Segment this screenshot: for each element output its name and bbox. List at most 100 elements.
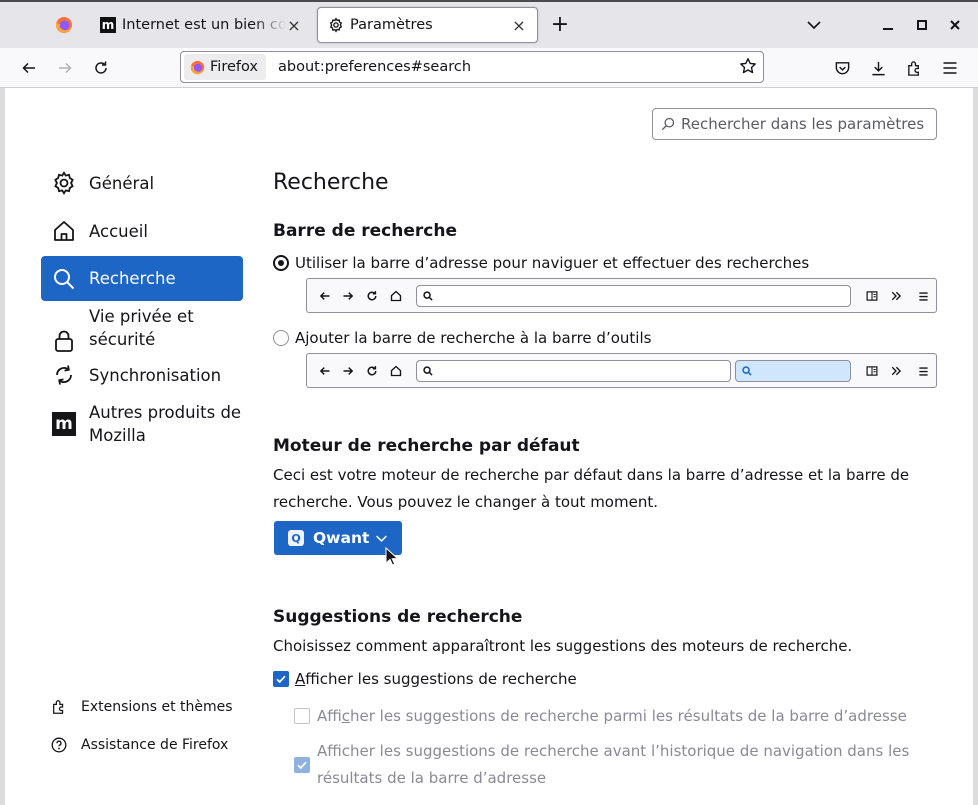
page-title: Recherche <box>273 170 389 195</box>
sidebar-item-search[interactable]: Recherche <box>41 256 243 301</box>
preview-url-bar <box>416 360 731 382</box>
radio-use-address-bar[interactable]: Utiliser la barre d’adresse pour navigue… <box>273 254 809 272</box>
tab-internet-bien-commun[interactable]: m Internet est un bien commun × <box>90 7 312 43</box>
default-engine-value: Qwant <box>313 529 370 547</box>
url-text[interactable]: about:preferences#search <box>278 59 471 75</box>
firefox-icon <box>190 60 205 74</box>
sidebar-firefox-support-link[interactable]: Assistance de Firefox <box>51 737 228 753</box>
home-icon <box>51 218 77 244</box>
reload-button[interactable] <box>89 56 113 80</box>
checkbox-checked-disabled[interactable] <box>294 757 310 773</box>
search-icon <box>51 266 77 292</box>
sidebar-item-sync[interactable]: Synchronisation <box>41 360 243 390</box>
close-icon[interactable]: × <box>286 16 302 35</box>
suggestions-heading: Suggestions de recherche <box>273 607 523 627</box>
sidebar-item-general[interactable]: Général <box>41 168 243 198</box>
checkbox-label: Afficher les suggestions de recherche pa… <box>317 707 907 725</box>
checkbox-suggestions-in-address-bar[interactable]: Afficher les suggestions de recherche pa… <box>294 707 907 725</box>
default-engine-dropdown[interactable]: Q Qwant <box>274 521 402 555</box>
radio-button-selected[interactable] <box>273 255 289 271</box>
tab-title: Paramètres <box>350 17 433 33</box>
radio-button[interactable] <box>273 330 289 346</box>
tab-parametres[interactable]: Paramètres × <box>317 7 538 43</box>
maximize-icon <box>917 20 927 30</box>
sidebar-item-label: Synchronisation <box>89 365 222 385</box>
mozilla-icon: m <box>51 411 77 437</box>
firefox-icon <box>56 17 72 33</box>
checkbox-label: Afficher les suggestions de recherche <box>295 670 577 688</box>
downloads-button[interactable] <box>866 56 890 80</box>
maximize-button[interactable] <box>912 15 932 35</box>
url-bar[interactable]: Firefox about:preferences#search <box>180 51 764 83</box>
sidebar-item-label: Autres produits de Mozilla <box>89 403 242 445</box>
reload-icon <box>95 61 107 74</box>
checkbox-suggestions-before-history[interactable]: Afficher les suggestions de recherche av… <box>294 738 927 792</box>
search-preferences-placeholder: Rechercher dans les paramètres <box>681 115 925 133</box>
radio-add-search-bar[interactable]: Ajouter la barre de recherche à la barre… <box>273 329 651 347</box>
sidebar-footer-label: Extensions et thèmes <box>81 699 233 715</box>
gear-icon <box>51 170 77 196</box>
search-preferences-input[interactable]: Rechercher dans les paramètres <box>652 108 937 140</box>
overflow-chevrons-icon <box>888 287 904 305</box>
minimize-button[interactable] <box>878 15 898 35</box>
sidebar-item-label: Général <box>89 173 155 193</box>
pocket-button[interactable] <box>830 56 854 80</box>
star-icon <box>740 58 756 74</box>
download-icon <box>871 61 885 75</box>
checkbox-checked[interactable] <box>273 671 289 687</box>
forward-button[interactable] <box>53 56 77 80</box>
checkbox-show-suggestions[interactable]: Afficher les suggestions de recherche <box>273 670 577 688</box>
lock-icon <box>51 328 77 354</box>
sidebar-item-label: Accueil <box>89 221 148 241</box>
home-icon <box>388 287 404 305</box>
preview-url-bar <box>416 285 851 307</box>
extensions-button[interactable] <box>902 56 926 80</box>
sidebar-footer-label: Assistance de Firefox <box>81 737 229 753</box>
new-tab-button[interactable]: + <box>548 14 572 38</box>
arrow-left-icon <box>317 287 333 305</box>
arrow-left-icon <box>22 62 35 74</box>
close-icon[interactable]: × <box>511 16 527 35</box>
default-engine-heading: Moteur de recherche par défaut <box>273 436 580 456</box>
sidebar-item-label: Recherche <box>89 269 176 288</box>
checkmark-icon <box>297 761 307 770</box>
home-icon <box>388 362 404 380</box>
checkbox-unchecked[interactable] <box>294 708 310 724</box>
sync-icon <box>51 362 77 388</box>
arrow-right-icon <box>340 362 356 380</box>
arrow-left-icon <box>317 362 333 380</box>
sidebar-item-home[interactable]: Accueil <box>41 216 243 246</box>
tab-title: Internet est un bien commun <box>122 17 286 33</box>
sidebar-item-mozilla-products[interactable]: m Autres produits de Mozilla <box>41 400 243 448</box>
identity-label: Firefox <box>210 59 258 75</box>
chevron-down-icon <box>807 21 821 30</box>
default-engine-description: Ceci est votre moteur de recherche par d… <box>273 466 910 511</box>
hamburger-menu-icon <box>943 62 957 74</box>
checkbox-label: Afficher les suggestions de recherche av… <box>317 742 910 787</box>
arrow-right-icon <box>340 287 356 305</box>
preferences-page: Rechercher dans les paramètres Général A… <box>5 88 973 805</box>
sidebar-extensions-themes-link[interactable]: Extensions et thèmes <box>51 699 233 715</box>
reload-icon <box>364 362 380 380</box>
sidebar-item-privacy[interactable]: Vie privée et sécurité <box>41 304 243 352</box>
back-button[interactable] <box>17 56 41 80</box>
hamburger-menu-icon <box>915 287 931 305</box>
mouse-cursor-icon <box>385 547 398 566</box>
bookmark-star-button[interactable] <box>739 57 757 79</box>
tab-pinned-firefox[interactable] <box>40 7 88 43</box>
search-icon <box>423 366 433 376</box>
close-window-button[interactable] <box>945 15 965 35</box>
list-all-tabs-button[interactable] <box>804 15 824 35</box>
puzzle-icon <box>53 700 64 714</box>
navigation-toolbar: Firefox about:preferences#search <box>0 48 978 88</box>
help-icon <box>51 737 67 753</box>
gear-icon <box>329 17 343 33</box>
preview-search-bar <box>735 360 851 382</box>
suggestions-description: Choisissez comment apparaîtront les sugg… <box>273 637 853 655</box>
app-menu-button[interactable] <box>938 56 962 80</box>
minimize-icon <box>883 28 893 30</box>
radio-label: Ajouter la barre de recherche à la barre… <box>295 329 652 347</box>
reader-view-icon <box>864 287 880 305</box>
puzzle-icon <box>907 60 919 76</box>
identity-box[interactable]: Firefox <box>184 54 266 80</box>
